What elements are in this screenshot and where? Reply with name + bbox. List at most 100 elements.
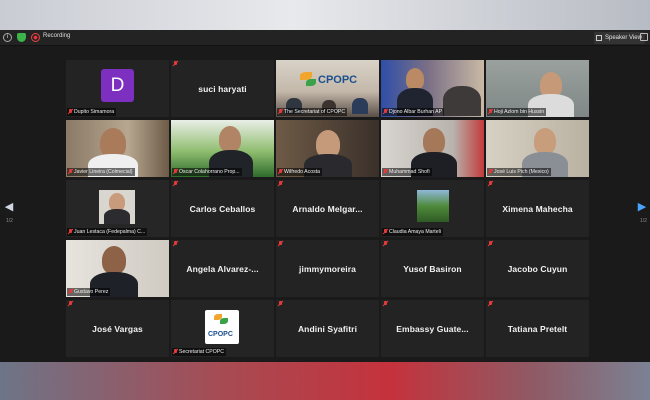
participant-tile[interactable]: Embassy Guate... (381, 300, 484, 357)
participant-silhouette (443, 86, 481, 116)
muted-mic-icon (488, 241, 494, 248)
muted-mic-icon (278, 181, 284, 188)
participant-tile[interactable]: Oscar Colahorrano Prop... (171, 120, 274, 177)
participant-tile[interactable]: CPOPC Secretariat CPOPC (171, 300, 274, 357)
logo-leaf-icon (306, 79, 316, 86)
participant-name: Djono Albar Burhan AP (382, 108, 445, 116)
participant-face (534, 128, 556, 154)
participant-tile[interactable]: Tatiana Pretelt (486, 300, 589, 357)
next-page-arrow-icon[interactable]: ▶ (637, 200, 647, 213)
participant-tile[interactable]: CPOPC The Secretariat of CPOPC (276, 60, 379, 117)
muted-mic-icon (383, 109, 388, 115)
muted-mic-icon (68, 289, 73, 295)
participant-name: Arnaldo Melgar... (292, 203, 363, 214)
page-indicator-left: 1/2 (6, 218, 13, 224)
recording-label: Recording (43, 33, 71, 39)
muted-mic-icon (173, 241, 179, 248)
muted-mic-icon (173, 61, 179, 68)
participant-name: Embassy Guate... (396, 323, 469, 334)
participant-face (102, 246, 126, 274)
muted-mic-icon (383, 241, 389, 248)
participant-tile[interactable]: Djono Albar Burhan AP (381, 60, 484, 117)
participant-tile[interactable]: D Dupito Simamora (66, 60, 169, 117)
title-bar: i Recording Speaker View (0, 30, 650, 46)
logo-leaf-icon (220, 318, 228, 324)
page-indicator-right: 1/2 (640, 218, 647, 224)
muted-mic-icon (488, 109, 493, 115)
participant-tile[interactable]: José Luis Pich (Mexico) (486, 120, 589, 177)
participant-tile[interactable]: Jacobo Cuyun (486, 240, 589, 297)
participant-silhouette (104, 209, 130, 224)
muted-mic-icon (173, 169, 178, 175)
participant-name: Juan Lestaca (Fedepalma) C... (67, 228, 148, 236)
fullscreen-icon[interactable] (640, 33, 648, 41)
participant-tile[interactable]: Wilfredo Acosta (276, 120, 379, 177)
cpopc-logo: CPOPC (208, 331, 233, 338)
participant-tile[interactable]: Angela Alvarez-... (171, 240, 274, 297)
participant-tile-active-speaker[interactable]: Juan Lestaca (Fedepalma) C... (66, 180, 169, 237)
muted-mic-icon (68, 169, 73, 175)
speaker-view-label: Speaker View (605, 35, 642, 41)
participant-tile[interactable]: suci haryati (171, 60, 274, 117)
grid-icon (596, 35, 602, 41)
participant-name: Angela Alvarez-... (186, 263, 259, 274)
participant-name: Muhammad Shofi (382, 168, 432, 176)
muted-mic-icon (278, 109, 283, 115)
info-icon[interactable]: i (3, 33, 12, 42)
participant-name: Gustavo Perez (67, 288, 111, 296)
participant-name: Oscar Colahorrano Prop... (172, 168, 242, 176)
muted-mic-icon (488, 301, 494, 308)
video-frame (205, 310, 239, 344)
participant-tile[interactable]: Claudia Amaya Marteli (381, 180, 484, 237)
shield-icon[interactable] (17, 33, 26, 42)
muted-mic-icon (488, 169, 493, 175)
participant-name: Jacobo Cuyun (507, 263, 568, 274)
participant-name: The Secretariat of CPOPC (277, 108, 348, 116)
muted-mic-icon (278, 301, 284, 308)
participant-face (406, 68, 424, 90)
participant-tile[interactable]: José Vargas (66, 300, 169, 357)
participant-tile[interactable]: Hoji Azlom bin Hussin (486, 60, 589, 117)
zoom-meeting-window: i Recording Speaker View ◀ 1/2 ▶ 1/2 D D… (0, 30, 650, 362)
participant-tile[interactable]: jimmymoreira (276, 240, 379, 297)
participant-name: Ximena Mahecha (502, 203, 573, 214)
participant-name: Claudia Amaya Marteli (382, 228, 443, 236)
cpopc-logo: CPOPC (318, 74, 358, 86)
previous-page-arrow-icon[interactable]: ◀ (4, 200, 14, 213)
participant-tile[interactable]: Arnaldo Melgar... (276, 180, 379, 237)
background-top (0, 0, 650, 30)
muted-mic-icon (173, 181, 179, 188)
participant-tile[interactable]: Muhammad Shofi (381, 120, 484, 177)
recording-icon (31, 33, 40, 42)
participant-tile[interactable]: Yusof Basiron (381, 240, 484, 297)
muted-mic-icon (488, 181, 494, 188)
muted-mic-icon (68, 229, 73, 235)
participant-name: Javier Lineira (Colmecial) (67, 168, 135, 176)
participant-name: Carlos Ceballos (189, 203, 256, 214)
muted-mic-icon (383, 229, 388, 235)
participant-name: Secretariat CPOPC (172, 348, 226, 356)
muted-mic-icon (383, 169, 388, 175)
participant-name: Wilfredo Acosta (277, 168, 323, 176)
participant-name: jimmymoreira (299, 263, 356, 274)
muted-mic-icon (68, 301, 74, 308)
muted-mic-icon (68, 109, 73, 115)
participant-name: Yusof Basiron (403, 263, 462, 274)
participant-name: Tatiana Pretelt (507, 323, 568, 334)
muted-mic-icon (173, 349, 178, 355)
participant-tile[interactable]: Andini Syafitri (276, 300, 379, 357)
muted-mic-icon (278, 169, 283, 175)
participant-name: suci haryati (198, 83, 247, 94)
avatar: D (101, 69, 134, 102)
participant-silhouette (352, 98, 368, 114)
participant-tile[interactable]: Javier Lineira (Colmecial) (66, 120, 169, 177)
participant-name: Dupito Simamora (67, 108, 117, 116)
participant-name: José Vargas (92, 323, 143, 334)
speaker-view-button[interactable]: Speaker View (594, 32, 645, 44)
muted-mic-icon (383, 301, 389, 308)
participant-tile[interactable]: Gustavo Perez (66, 240, 169, 297)
participant-tile[interactable]: Carlos Ceballos (171, 180, 274, 237)
participant-name: Andini Syafitri (297, 323, 358, 334)
participant-tile[interactable]: Ximena Mahecha (486, 180, 589, 237)
background-bottom (0, 362, 650, 400)
